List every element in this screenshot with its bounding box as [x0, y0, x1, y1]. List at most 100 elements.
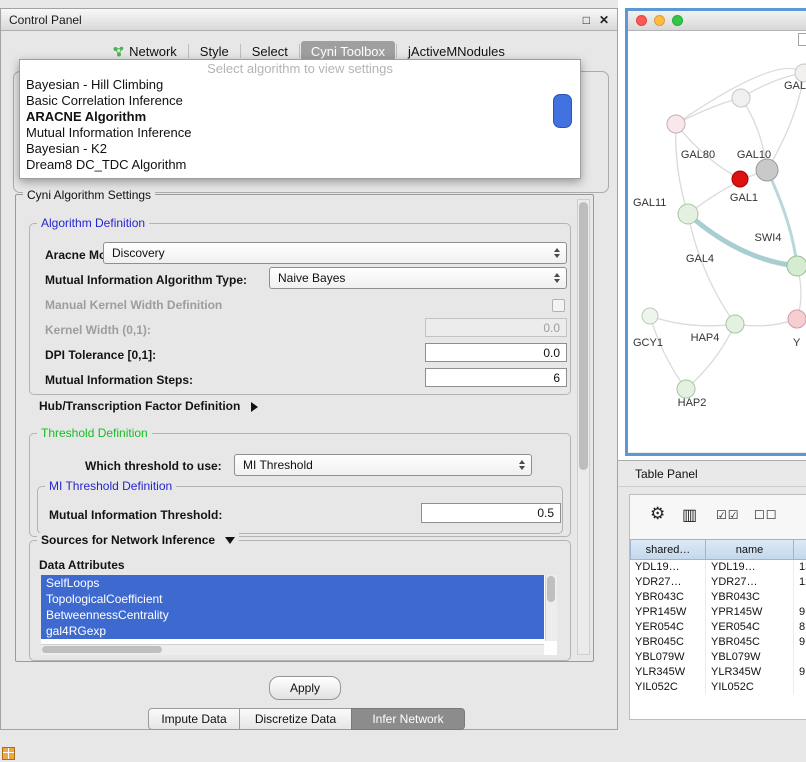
algorithm-option[interactable]: Bayesian - K2	[20, 141, 580, 157]
table-row[interactable]: YPR145WYPR145W9…	[630, 605, 806, 620]
settings-scrollbar-thumb[interactable]	[579, 202, 588, 470]
table-cell[interactable]: YLR345W	[706, 665, 794, 680]
algorithm-option[interactable]: Bayesian - Hill Climbing	[20, 77, 580, 93]
network-node[interactable]	[678, 204, 698, 224]
table-cell[interactable]: YDR27…	[706, 575, 794, 590]
table-cell[interactable]: YBL079W	[706, 650, 794, 665]
traffic-light-close[interactable]	[636, 15, 647, 26]
control-panel-titlebar[interactable]: Control Panel □ ✕	[1, 9, 617, 31]
manual-kernel-checkbox[interactable]	[552, 299, 565, 312]
algorithm-option[interactable]: Dream8 DC_TDC Algorithm	[20, 157, 580, 173]
mi-type-select[interactable]: Naive Bayes	[269, 267, 567, 289]
hub-section-toggle[interactable]: Hub/Transcription Factor Definition	[39, 399, 258, 413]
table-row[interactable]: YBR043CYBR043C	[630, 590, 806, 605]
table-row[interactable]: YER054CYER054C8…	[630, 620, 806, 635]
overview-toggle[interactable]	[798, 33, 806, 46]
attributes-vertical-scrollbar[interactable]	[545, 575, 557, 641]
network-window-titlebar[interactable]	[628, 11, 806, 31]
gear-icon[interactable]: ⚙	[650, 504, 665, 524]
table-cell[interactable]: 9…	[794, 665, 806, 680]
table-cell[interactable]: YIL052C	[706, 680, 794, 695]
table-cell[interactable]	[794, 650, 806, 665]
network-node[interactable]	[756, 159, 778, 181]
table-row[interactable]: YDL19…YDL19…13…	[630, 560, 806, 575]
table-cell[interactable]: YDL19…	[706, 560, 794, 575]
float-window-icon[interactable]: □	[583, 14, 590, 26]
table-cell[interactable]: YBR043C	[630, 590, 706, 605]
which-threshold-select[interactable]: MI Threshold	[234, 454, 532, 476]
table-cell[interactable]: YDR27…	[630, 575, 706, 590]
dpi-tolerance-field[interactable]: 0.0	[425, 343, 567, 362]
column-header-name[interactable]: name	[706, 539, 794, 560]
table-cell[interactable]: 9…	[794, 605, 806, 620]
close-window-icon[interactable]: ✕	[599, 14, 609, 26]
attributes-vertical-thumb[interactable]	[547, 576, 555, 602]
table-cell[interactable]: YBR045C	[630, 635, 706, 650]
network-node[interactable]	[787, 256, 806, 276]
network-node[interactable]	[642, 308, 658, 324]
bottom-tab-impute-data[interactable]: Impute Data	[148, 708, 240, 730]
attribute-list-item[interactable]: SelfLoops	[41, 575, 544, 591]
bottom-tab-discretize-data[interactable]: Discretize Data	[239, 708, 352, 730]
mi-steps-field[interactable]: 6	[425, 368, 567, 387]
help-button[interactable]	[553, 94, 572, 128]
expand-arrow-icon[interactable]	[251, 402, 258, 412]
network-node[interactable]	[667, 115, 685, 133]
table-cell[interactable]: YER054C	[630, 620, 706, 635]
table-cell[interactable]	[794, 590, 806, 605]
network-node[interactable]	[732, 89, 750, 107]
table-row[interactable]: YLR345WYLR345W9…	[630, 665, 806, 680]
columns-icon[interactable]: ▥	[682, 505, 697, 525]
column-header-shared[interactable]: shared…	[630, 539, 706, 560]
algorithm-option[interactable]: ARACNE Algorithm	[20, 109, 580, 125]
attribute-list-item[interactable]: TopologicalCoefficient	[41, 591, 544, 607]
table-cell[interactable]: YDL19…	[630, 560, 706, 575]
bottom-tab-infer-network[interactable]: Infer Network	[351, 708, 465, 730]
settings-scrollbar[interactable]	[577, 199, 590, 655]
attributes-horizontal-thumb[interactable]	[42, 646, 162, 653]
network-edge[interactable]	[650, 316, 686, 389]
table-cell[interactable]: YLR345W	[630, 665, 706, 680]
table-cell[interactable]: 12…	[794, 575, 806, 590]
table-cell[interactable]: YPR145W	[630, 605, 706, 620]
network-edge[interactable]	[767, 170, 797, 266]
table-cell[interactable]: YPR145W	[706, 605, 794, 620]
table-cell[interactable]: 8…	[794, 620, 806, 635]
network-node[interactable]	[677, 380, 695, 398]
collapse-arrow-icon[interactable]	[225, 537, 235, 544]
select-all-checkboxes-icon[interactable]: ☑☑	[716, 508, 740, 522]
table-row[interactable]: YIL052CYIL052C	[630, 680, 806, 695]
network-node[interactable]	[788, 310, 806, 328]
table-cell[interactable]: 9…	[794, 635, 806, 650]
table-cell[interactable]	[794, 680, 806, 695]
attributes-horizontal-scrollbar[interactable]	[41, 644, 544, 655]
table-cell[interactable]: YER054C	[706, 620, 794, 635]
table-row[interactable]: YBL079WYBL079W	[630, 650, 806, 665]
table-row[interactable]: YBR045CYBR045C9…	[630, 635, 806, 650]
table-cell[interactable]: YIL052C	[630, 680, 706, 695]
algorithm-option[interactable]: Basic Correlation Inference	[20, 93, 580, 109]
table-cell[interactable]: YBR043C	[706, 590, 794, 605]
network-canvas[interactable]: GALGAL80GAL10GAL11GAL1SWI4GAL4GCY1HAP4YH…	[628, 31, 806, 452]
apply-button[interactable]: Apply	[269, 676, 341, 700]
deselect-all-checkboxes-icon[interactable]: ☐☐	[754, 508, 778, 522]
mi-threshold-field[interactable]: 0.5	[421, 503, 561, 523]
table-row[interactable]: YDR27…YDR27…12…	[630, 575, 806, 590]
algorithm-option[interactable]: Mutual Information Inference	[20, 125, 580, 141]
traffic-light-zoom[interactable]	[672, 15, 683, 26]
aracne-mode-select[interactable]: Discovery	[103, 242, 567, 264]
network-node[interactable]	[726, 315, 744, 333]
sources-group-toggle[interactable]: Sources for Network Inference	[37, 533, 239, 547]
attribute-list-item[interactable]: BetweennessCentrality	[41, 607, 544, 623]
network-edge[interactable]	[676, 124, 688, 214]
table-cell[interactable]: YBR045C	[706, 635, 794, 650]
taskbar-table-icon[interactable]	[2, 747, 15, 760]
network-edge[interactable]	[676, 98, 741, 124]
table-cell[interactable]: 13…	[794, 560, 806, 575]
network-node[interactable]	[732, 171, 748, 187]
attribute-list-item[interactable]: gal4RGexp	[41, 623, 544, 639]
network-edge[interactable]	[650, 316, 735, 326]
column-header-extra[interactable]	[794, 539, 806, 560]
traffic-light-minimize[interactable]	[654, 15, 665, 26]
table-cell[interactable]: YBL079W	[630, 650, 706, 665]
